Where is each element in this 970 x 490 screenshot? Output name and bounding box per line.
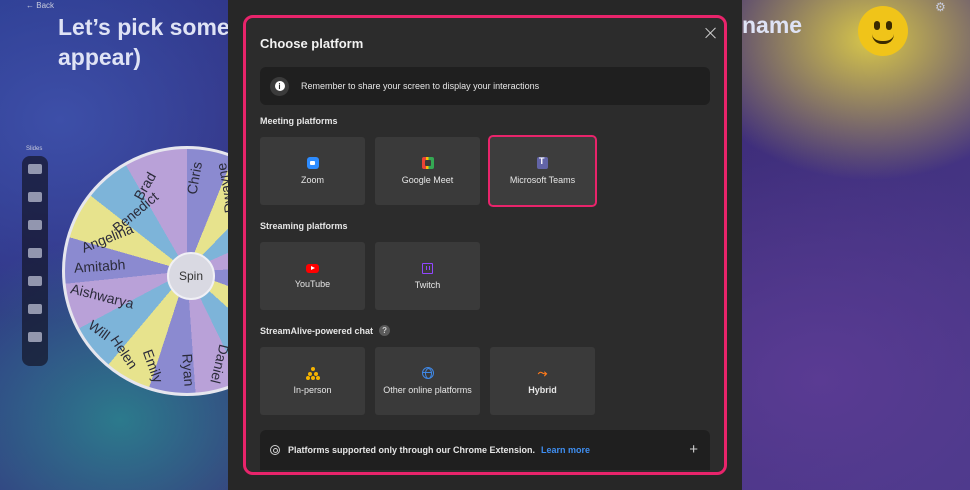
zoom-icon bbox=[306, 157, 319, 169]
platform-card-in-person[interactable]: In-person bbox=[260, 347, 365, 415]
meeting-platforms-label: Meeting platforms bbox=[260, 116, 338, 126]
slide-thumb[interactable] bbox=[28, 248, 42, 258]
globe-icon bbox=[421, 367, 434, 379]
spin-button[interactable]: Spin bbox=[167, 252, 215, 300]
learn-more-link[interactable]: Learn more bbox=[541, 445, 590, 455]
people-icon bbox=[305, 367, 320, 380]
platform-card-google-meet[interactable]: Google Meet bbox=[375, 137, 480, 205]
slide-title-line2: appear) bbox=[58, 44, 142, 70]
slide-thumb[interactable] bbox=[28, 164, 42, 174]
smiley-icon bbox=[858, 6, 908, 56]
card-label: Hybrid bbox=[528, 385, 557, 395]
chrome-icon bbox=[270, 445, 280, 455]
expand-plus-icon[interactable]: + bbox=[689, 441, 698, 458]
chrome-extension-footer: Platforms supported only through our Chr… bbox=[260, 430, 710, 470]
microsoft-teams-icon bbox=[537, 156, 548, 169]
slide-title: Let’s pick some appear) bbox=[58, 12, 238, 72]
platform-card-twitch[interactable]: Twitch bbox=[375, 242, 480, 310]
card-label: Other online platforms bbox=[383, 385, 472, 395]
back-link[interactable]: ← Back bbox=[26, 1, 54, 10]
platform-card-microsoft-teams[interactable]: Microsoft Teams bbox=[488, 135, 597, 207]
platform-card-other-online[interactable]: Other online platforms bbox=[375, 347, 480, 415]
slides-label: Slides bbox=[26, 146, 43, 152]
close-icon[interactable] bbox=[704, 26, 718, 40]
card-label: Twitch bbox=[414, 279, 441, 290]
info-icon: i bbox=[270, 76, 289, 96]
card-label: In-person bbox=[293, 385, 332, 395]
hybrid-icon: ⤳ bbox=[537, 366, 548, 380]
slide-title-right: name bbox=[742, 12, 803, 38]
back-label: Back bbox=[36, 1, 55, 10]
streamalive-chat-label: StreamAlive-powered chat ? bbox=[260, 325, 391, 336]
slide-thumb[interactable] bbox=[28, 304, 42, 314]
slide-thumb[interactable] bbox=[28, 276, 42, 286]
share-screen-notice: i Remember to share your screen to displ… bbox=[260, 67, 710, 105]
footer-text: Platforms supported only through our Chr… bbox=[288, 445, 536, 455]
dialog-title: Choose platform bbox=[260, 36, 364, 51]
card-label: Google Meet bbox=[401, 175, 454, 185]
platform-card-zoom[interactable]: Zoom bbox=[260, 137, 365, 205]
streamalive-chat-label-text: StreamAlive-powered chat bbox=[260, 325, 374, 336]
slide-thumb[interactable] bbox=[28, 192, 42, 202]
google-meet-icon bbox=[421, 157, 434, 169]
gear-icon[interactable]: ⚙ bbox=[935, 0, 946, 14]
slide-thumb[interactable] bbox=[28, 332, 42, 342]
youtube-icon bbox=[306, 263, 319, 273]
slide-title-line1: Let’s pick some bbox=[58, 14, 230, 40]
wheel-name: Ryan bbox=[179, 353, 198, 387]
slide-thumb[interactable] bbox=[28, 220, 42, 230]
card-label: Zoom bbox=[300, 175, 324, 185]
twitch-icon bbox=[422, 262, 433, 274]
platform-card-youtube[interactable]: YouTube bbox=[260, 242, 365, 310]
card-label: YouTube bbox=[294, 278, 331, 289]
card-label: Microsoft Teams bbox=[509, 175, 576, 185]
help-icon[interactable]: ? bbox=[379, 325, 391, 336]
slides-toolbar bbox=[22, 156, 48, 366]
platform-card-hybrid[interactable]: ⤳ Hybrid bbox=[490, 347, 595, 415]
notice-text: Remember to share your screen to display… bbox=[301, 81, 540, 91]
streaming-platforms-label: Streaming platforms bbox=[260, 221, 348, 231]
